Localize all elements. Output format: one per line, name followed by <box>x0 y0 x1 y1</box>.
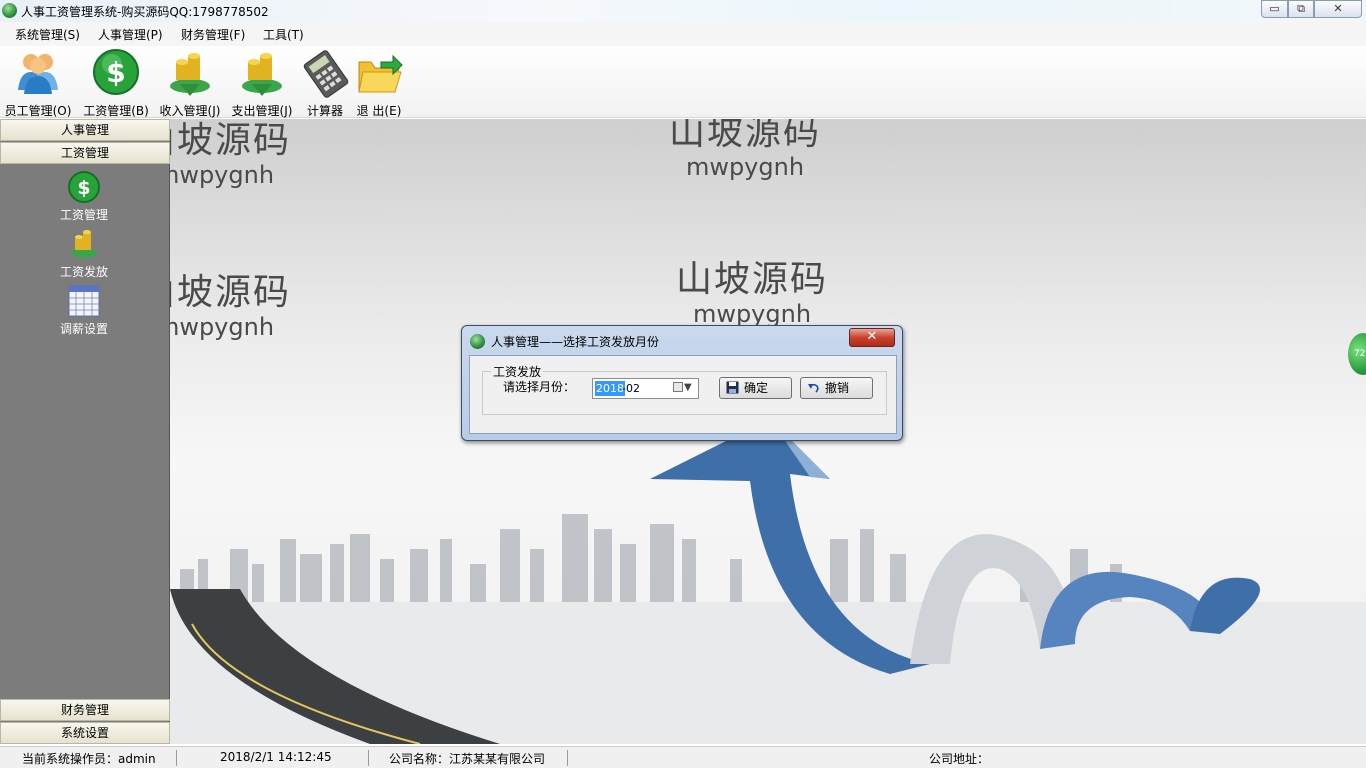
toolbar-employee-button[interactable]: 员工管理(O) <box>4 48 72 119</box>
toolbar-label: 工资管理(B) <box>83 104 149 118</box>
calculator-icon <box>303 50 349 98</box>
coins-out-icon <box>242 53 282 96</box>
toolbar-income-button[interactable]: 收入管理(J) <box>158 48 222 119</box>
status-company: 公司名称：江苏某某有限公司 <box>389 752 546 766</box>
sidebar-item-salary-management[interactable]: $ 工资管理 <box>50 170 118 223</box>
sidebar-item-salary-adjustment[interactable]: 调薪设置 <box>50 284 118 337</box>
status-separator <box>368 750 369 766</box>
dialog-app-icon <box>470 334 485 349</box>
toolbar-label: 计算器 <box>306 104 343 118</box>
sidebar: 人事管理 工资管理 $ 工资管理 工资发放 调薪设置 财务管理 系统设置 <box>0 119 170 744</box>
minimize-button[interactable]: ▭ <box>1261 0 1288 18</box>
title-bar: 人事工资管理系统-购买源码QQ:1798778502 ▭ ⧉ ✕ <box>0 0 1366 22</box>
dialog-body: 工资发放 请选择月份： 2018 -02 ▼ 确定 撤销 <box>469 355 897 434</box>
sidebar-item-label: 工资发放 <box>59 265 108 279</box>
close-button[interactable]: ✕ <box>1314 0 1362 18</box>
sidebar-item-label: 调薪设置 <box>59 322 108 336</box>
toolbar-label: 收入管理(J) <box>159 104 221 118</box>
status-address: 公司地址： <box>929 752 990 766</box>
sidebar-header-personnel[interactable]: 人事管理 <box>0 119 170 141</box>
folder-exit-icon <box>358 54 403 93</box>
status-bar: 当前系统操作员：admin 2018/2/1 14:12:45 公司名称：江苏某… <box>0 746 1366 768</box>
maximize-button[interactable]: ⧉ <box>1288 0 1314 18</box>
sidebar-header-salary[interactable]: 工资管理 <box>0 142 170 164</box>
toolbar-expense-button[interactable]: 支出管理(J) <box>230 48 294 119</box>
date-rest-part: -02 <box>622 382 640 395</box>
app-icon <box>2 3 17 18</box>
toolbar-label: 支出管理(J) <box>231 104 293 118</box>
menu-system[interactable]: 系统管理(S) <box>15 26 80 43</box>
toolbar-salary-button[interactable]: $ 工资管理(B) <box>82 48 150 119</box>
status-operator: 当前系统操作员：admin <box>22 752 156 766</box>
cancel-label: 撤销 <box>825 381 850 395</box>
coins-in-icon <box>71 230 97 258</box>
cancel-button[interactable]: 撤销 <box>800 377 873 399</box>
month-date-picker[interactable]: 2018 -02 ▼ <box>592 378 699 399</box>
date-selected-part: 2018 <box>595 381 625 396</box>
toolbar-label: 员工管理(O) <box>4 104 72 118</box>
window-title: 人事工资管理系统-购买源码QQ:1798778502 <box>21 5 269 19</box>
dialog-close-button[interactable]: ✕ <box>849 328 895 347</box>
menu-personnel[interactable]: 人事管理(P) <box>98 26 163 43</box>
ok-button[interactable]: 确定 <box>719 377 792 399</box>
dollar-icon: $ <box>68 171 100 203</box>
toolbar-exit-button[interactable]: 退 出(E) <box>354 48 404 119</box>
toolbar: 员工管理(O) $ 工资管理(B) 收入管理(J) 支出管理(J) 计算器 退 … <box>0 46 1366 118</box>
month-field-label: 请选择月份： <box>503 380 576 394</box>
ok-label: 确定 <box>744 381 769 395</box>
menu-tools[interactable]: 工具(T) <box>263 26 304 43</box>
sidebar-item-label: 工资管理 <box>59 208 108 222</box>
toolbar-label: 退 出(E) <box>356 104 402 118</box>
menu-finance[interactable]: 财务管理(F) <box>181 26 245 43</box>
sidebar-item-salary-payment[interactable]: 工资发放 <box>50 227 118 280</box>
svg-text:$: $ <box>77 177 90 199</box>
menu-bar: 系统管理(S) 人事管理(P) 财务管理(F) 工具(T) <box>0 22 1366 46</box>
status-separator <box>176 750 177 766</box>
dialog-title: 人事管理——选择工资发放月份 <box>491 335 660 349</box>
chevron-down-icon[interactable]: ▼ <box>673 382 692 393</box>
undo-icon <box>808 383 819 393</box>
sidebar-header-finance[interactable]: 财务管理 <box>0 699 170 721</box>
save-icon <box>726 381 739 394</box>
calendar-grid-icon <box>68 285 100 317</box>
select-month-dialog: 人事管理——选择工资发放月份 ✕ 工资发放 请选择月份： 2018 -02 ▼ … <box>461 325 903 441</box>
toolbar-calculator-button[interactable]: 计算器 <box>302 48 349 119</box>
sidebar-header-settings[interactable]: 系统设置 <box>0 722 170 744</box>
status-datetime: 2018/2/1 14:12:45 <box>220 750 332 764</box>
status-separator <box>567 750 568 766</box>
coins-in-icon <box>170 53 210 96</box>
svg-text:$: $ <box>106 56 125 89</box>
users-icon <box>18 54 58 94</box>
dollar-icon: $ <box>93 49 139 95</box>
